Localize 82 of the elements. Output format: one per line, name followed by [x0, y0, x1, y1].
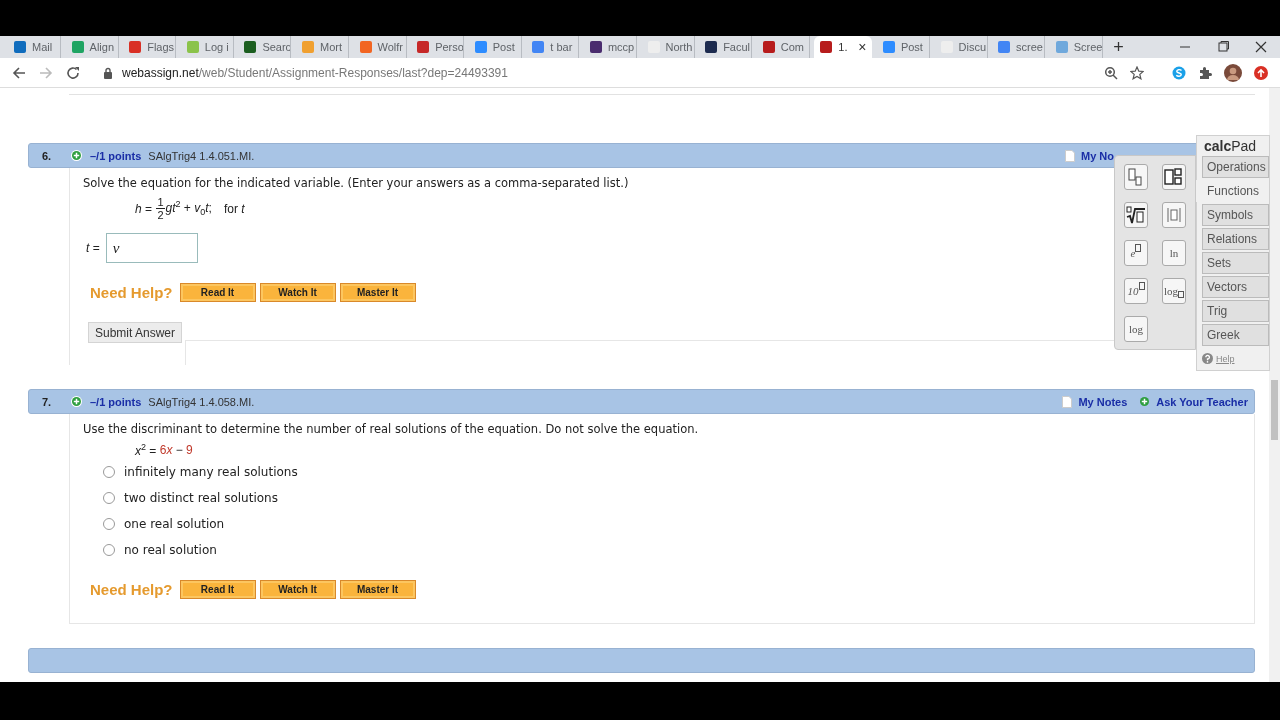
- browser-tab[interactable]: 1. ×: [814, 36, 873, 58]
- option-label: no real solution: [124, 543, 217, 557]
- math-text: 6: [159, 443, 167, 457]
- star-icon[interactable]: [1130, 65, 1144, 80]
- scroll-thumb[interactable]: [1271, 380, 1278, 440]
- calcpad-tab[interactable]: Symbols: [1202, 204, 1269, 226]
- help-button[interactable]: Watch It: [259, 580, 336, 599]
- help-button[interactable]: Watch It: [259, 283, 336, 302]
- lock-icon: [103, 66, 113, 79]
- restore-icon[interactable]: [1217, 41, 1229, 53]
- calc-key[interactable]: 10: [1124, 278, 1148, 304]
- question-number: 6.: [42, 149, 53, 162]
- help-button[interactable]: Read It: [179, 580, 256, 599]
- document-icon: [1065, 149, 1075, 162]
- help-button[interactable]: Master It: [339, 283, 416, 302]
- radio-button[interactable]: [103, 466, 115, 478]
- math-text: for t: [223, 201, 245, 216]
- math-text: 9: [186, 443, 193, 457]
- scrollbar[interactable]: [1269, 88, 1280, 682]
- option-label: two distinct real solutions: [124, 491, 278, 505]
- math-text: h =: [135, 201, 154, 216]
- help-icon: [1202, 353, 1213, 364]
- absolute-value-icon: [1166, 206, 1182, 224]
- new-tab-button[interactable]: +: [1113, 38, 1124, 56]
- points-label: –/1 points: [90, 395, 142, 408]
- expand-icon[interactable]: [71, 396, 82, 407]
- option-label: infinitely many real solutions: [124, 465, 298, 479]
- question-code: SAlgTrig4 1.4.058.MI.: [148, 395, 255, 408]
- calcpad-tab[interactable]: Sets: [1202, 252, 1269, 274]
- my-notes-link[interactable]: My No: [1065, 149, 1114, 162]
- back-icon[interactable]: [12, 65, 26, 80]
- zoom-icon[interactable]: [1104, 65, 1118, 80]
- subscript-icon: [1128, 168, 1144, 186]
- help-link[interactable]: Help: [1202, 353, 1269, 364]
- need-help-label: Need Help?: [90, 581, 173, 598]
- calcpad-title: calcPad: [1203, 138, 1258, 154]
- help-button[interactable]: Master It: [339, 580, 416, 599]
- document-icon: [1062, 395, 1073, 408]
- my-notes-link[interactable]: My Notes: [1062, 395, 1128, 408]
- calc-key[interactable]: e: [1124, 240, 1148, 266]
- question-code: SAlgTrig4 1.4.051.MI.: [148, 149, 255, 162]
- radio-button[interactable]: [103, 518, 115, 530]
- plus-icon: [1139, 396, 1151, 407]
- radio-button[interactable]: [103, 544, 115, 556]
- help-button[interactable]: Read It: [179, 283, 256, 302]
- math-text: x$^{2}$ =: [135, 442, 158, 458]
- submit-button[interactable]: Submit Answer: [88, 322, 183, 343]
- calc-key[interactable]: log: [1124, 316, 1148, 342]
- question-prompt: Use the discriminant to determine the number of real solutions of the equation. Do not solve the equation.: [83, 421, 699, 437]
- question-number: 7.: [42, 395, 53, 408]
- calcpad-tab[interactable]: Relations: [1202, 228, 1269, 250]
- update-icon[interactable]: [1254, 65, 1268, 80]
- forward-icon[interactable]: [39, 65, 53, 80]
- math-text: x: [166, 443, 173, 457]
- calc-key[interactable]: [1162, 164, 1186, 190]
- math-text: gt$^{2}$ + v$_{0}$t;: [165, 199, 212, 218]
- answer-field[interactable]: v: [105, 233, 198, 263]
- skype-icon[interactable]: [1172, 65, 1186, 80]
- calcpad-tab[interactable]: Vectors: [1202, 276, 1269, 298]
- calcpad-tab[interactable]: Trig: [1202, 300, 1269, 322]
- puzzle-icon[interactable]: [1198, 65, 1212, 80]
- avatar-icon[interactable]: [1224, 63, 1242, 82]
- calc-key[interactable]: [1124, 202, 1148, 228]
- radio-button[interactable]: [103, 492, 115, 504]
- calc-key[interactable]: ln: [1162, 240, 1186, 266]
- reload-icon[interactable]: [66, 65, 80, 80]
- calcpad-tab[interactable]: Operations: [1202, 156, 1269, 178]
- expand-icon[interactable]: [71, 150, 82, 161]
- root-icon: [1126, 206, 1146, 224]
- close-icon[interactable]: [1255, 41, 1267, 53]
- option-label: one real solution: [124, 517, 225, 531]
- close-tab-button[interactable]: ×: [858, 39, 867, 55]
- calcpad-tab[interactable]: Greek: [1202, 324, 1269, 346]
- answer-label: t =: [86, 241, 100, 255]
- math-text: −: [174, 443, 184, 457]
- calc-key[interactable]: log: [1162, 278, 1186, 304]
- points-label: –/1 points: [90, 149, 142, 162]
- question-prompt: Solve the equation for the indicated variable. (Enter your answers as a comma-separated list.): [83, 175, 629, 191]
- subscript-superscript-icon: [1164, 168, 1184, 186]
- need-help-label: Need Help?: [90, 284, 173, 301]
- ask-teacher-link[interactable]: Ask Your Teacher: [1139, 395, 1248, 408]
- fraction: 1 2: [156, 196, 165, 221]
